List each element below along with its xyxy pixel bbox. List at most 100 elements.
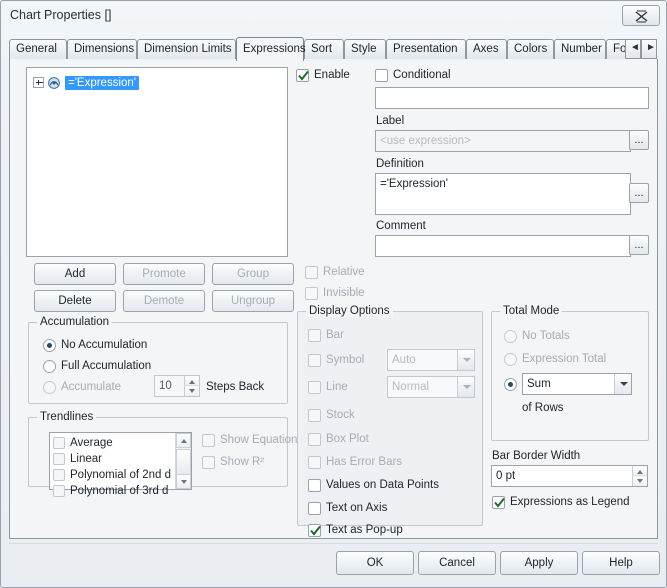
checkbox-expressions-as-legend[interactable] xyxy=(492,496,505,509)
window-title: Chart Properties [] xyxy=(10,8,112,22)
checkbox-stock[interactable] xyxy=(308,409,321,422)
expression-label: ='Expression' xyxy=(65,75,139,90)
spinner-down-button[interactable] xyxy=(184,386,199,396)
delete-button[interactable]: Delete xyxy=(34,290,116,312)
spinner-up-button[interactable] xyxy=(632,466,647,476)
checkbox-conditional[interactable] xyxy=(375,69,388,82)
plus-icon[interactable] xyxy=(33,77,44,88)
line-combo-value: Normal xyxy=(392,381,430,393)
trendline-row[interactable]: Polynomial of 3rd d xyxy=(53,483,168,499)
checkbox-enable[interactable] xyxy=(296,69,309,82)
help-button[interactable]: Help xyxy=(582,551,660,575)
radio-full-accumulation[interactable] xyxy=(43,360,56,373)
tab-dimension-limits[interactable]: Dimension Limits xyxy=(137,39,236,59)
checkbox-has-error-bars[interactable] xyxy=(308,456,321,469)
checkbox-linear[interactable] xyxy=(53,453,65,465)
definition-value: ='Expression' xyxy=(380,178,448,190)
radio-full-accumulation-label: Full Accumulation xyxy=(61,360,152,372)
trendlines-scrollbar[interactable] xyxy=(175,433,191,489)
checkbox-text-on-axis[interactable] xyxy=(308,502,321,515)
ungroup-button[interactable]: Ungroup xyxy=(212,290,294,312)
radio-accumulate[interactable] xyxy=(43,381,56,394)
definition-input[interactable]: ='Expression' xyxy=(375,173,631,215)
tab-scroll-left-button[interactable]: ◄ xyxy=(625,39,641,59)
steps-back-spinner[interactable]: 10 xyxy=(154,375,200,397)
close-button[interactable] xyxy=(622,5,660,26)
comment-ellipsis-button[interactable]: ... xyxy=(629,235,649,255)
cancel-button[interactable]: Cancel xyxy=(418,551,496,575)
radio-aggregation[interactable] xyxy=(504,378,517,391)
chevron-down-icon[interactable] xyxy=(457,377,474,397)
bar-border-width-spinner[interactable]: 0 pt xyxy=(491,465,648,487)
tab-general[interactable]: General xyxy=(9,39,67,59)
conditional-label: Conditional xyxy=(393,69,451,81)
expression-list[interactable]: ='Expression' xyxy=(26,67,288,257)
apply-button[interactable]: Apply xyxy=(500,551,578,575)
label-input[interactable]: <use expression> xyxy=(375,130,631,152)
checkbox-poly3[interactable] xyxy=(53,485,65,497)
tab-strip: General Dimensions Dimension Limits Expr… xyxy=(9,37,658,61)
steps-back-label: Steps Back xyxy=(206,381,265,393)
radio-dot xyxy=(508,382,513,387)
line-combo[interactable]: Normal xyxy=(387,376,475,398)
promote-button[interactable]: Promote xyxy=(123,263,205,285)
comment-input[interactable] xyxy=(375,235,631,257)
checkbox-bar[interactable] xyxy=(308,329,321,342)
of-rows-label: of Rows xyxy=(522,402,564,414)
spinner-up-button[interactable] xyxy=(184,376,199,386)
aggregation-combo[interactable]: Sum xyxy=(522,373,632,395)
add-button[interactable]: Add xyxy=(34,263,116,285)
display-options-legend: Display Options xyxy=(306,305,393,317)
checkbox-values-on-data-points[interactable] xyxy=(308,479,321,492)
definition-field-label: Definition xyxy=(376,158,424,170)
chevron-down-icon[interactable] xyxy=(457,350,474,370)
chevron-down-icon[interactable] xyxy=(614,374,631,394)
ok-button[interactable]: OK xyxy=(336,551,414,575)
tab-expressions[interactable]: Expressions xyxy=(236,37,306,61)
demote-button[interactable]: Demote xyxy=(123,290,205,312)
trendlines-list[interactable]: Average Linear Polynomial of 2nd d Polyn… xyxy=(49,432,192,497)
radio-no-accumulation[interactable] xyxy=(43,339,56,352)
expression-tree-item[interactable]: ='Expression' xyxy=(33,74,139,91)
tab-sort[interactable]: Sort xyxy=(304,39,344,59)
scrollbar-thumb[interactable] xyxy=(176,449,191,475)
line-label: Line xyxy=(326,381,348,393)
checkbox-show-r2[interactable] xyxy=(202,456,215,469)
scroll-down-button[interactable] xyxy=(176,474,191,489)
checkbox-show-equation[interactable] xyxy=(202,434,215,447)
invisible-label: Invisible xyxy=(323,287,365,299)
text-on-axis-label: Text on Axis xyxy=(326,502,388,514)
expression-total-label: Expression Total xyxy=(522,353,607,365)
spinner-down-button[interactable] xyxy=(632,476,647,486)
tab-dimensions[interactable]: Dimensions xyxy=(67,39,137,59)
tab-number[interactable]: Number xyxy=(554,39,606,59)
steps-back-value: 10 xyxy=(159,380,172,392)
checkbox-box-plot[interactable] xyxy=(308,433,321,446)
checkbox-line[interactable] xyxy=(308,381,321,394)
show-equation-label: Show Equation xyxy=(220,434,298,446)
tab-presentation[interactable]: Presentation xyxy=(386,39,466,59)
symbol-combo[interactable]: Auto xyxy=(387,349,475,371)
conditional-input[interactable] xyxy=(375,87,649,109)
trendline-row[interactable]: Linear xyxy=(53,451,102,467)
radio-expression-total[interactable] xyxy=(504,353,517,366)
tab-axes[interactable]: Axes xyxy=(466,39,507,59)
checkbox-text-as-popup[interactable] xyxy=(308,524,321,537)
group-button[interactable]: Group xyxy=(212,263,294,285)
checkbox-average[interactable] xyxy=(53,437,65,449)
radio-no-totals[interactable] xyxy=(504,330,517,343)
trendline-label: Average xyxy=(70,437,113,449)
checkbox-symbol[interactable] xyxy=(308,354,321,367)
tab-style[interactable]: Style xyxy=(344,39,386,59)
checkbox-relative[interactable] xyxy=(305,266,318,279)
trendline-row[interactable]: Average xyxy=(53,435,113,451)
label-ellipsis-button[interactable]: ... xyxy=(629,130,649,150)
bar-border-width-label: Bar Border Width xyxy=(492,450,581,462)
definition-ellipsis-button[interactable]: ... xyxy=(629,183,649,203)
scroll-up-button[interactable] xyxy=(176,433,191,448)
trendline-row[interactable]: Polynomial of 2nd d xyxy=(53,467,171,483)
tab-colors[interactable]: Colors xyxy=(507,39,554,59)
tab-scroll-right-button[interactable]: ► xyxy=(641,39,657,59)
checkbox-invisible[interactable] xyxy=(305,287,318,300)
checkbox-poly2[interactable] xyxy=(53,469,65,481)
